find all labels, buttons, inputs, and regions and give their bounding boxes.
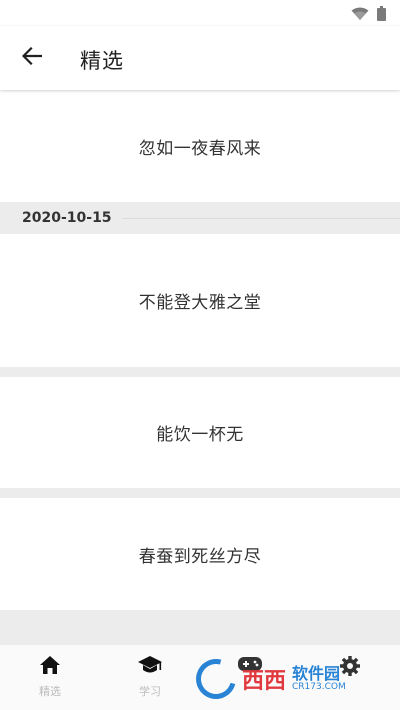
feed-card-text: 忽如一夜春风来: [138, 138, 262, 159]
arrow-left-icon: [21, 46, 43, 69]
graduation-cap-icon: [137, 655, 163, 679]
nav-item-settings[interactable]: [300, 645, 400, 710]
gamepad-icon: [237, 655, 263, 677]
wifi-icon: [351, 6, 369, 25]
status-bar: [0, 0, 400, 26]
status-icons: [351, 6, 386, 25]
nav-label-learn: 学习: [139, 685, 161, 698]
feed-card-text: 能饮一杯无: [156, 425, 244, 445]
gear-icon: [339, 655, 361, 681]
date-label: 2020-10-15: [22, 210, 112, 226]
nav-item-games[interactable]: [200, 645, 300, 710]
date-header: 2020-10-15: [0, 202, 400, 234]
nav-label-home: 精选: [39, 685, 61, 698]
date-divider: [121, 217, 400, 219]
page-title: 精选: [80, 49, 124, 73]
bottom-nav: 精选 学习: [0, 645, 400, 710]
back-button[interactable]: [16, 44, 48, 72]
feed-card[interactable]: 能饮一杯无: [0, 377, 400, 488]
feed-card[interactable]: 忽如一夜春风来: [0, 90, 400, 202]
nav-item-learn[interactable]: 学习: [100, 645, 200, 710]
feed-card-text: 不能登大雅之堂: [138, 293, 262, 313]
app-bar: 精选: [0, 26, 400, 90]
feed-list[interactable]: 忽如一夜春风来 2020-10-15 不能登大雅之堂 能饮一杯无 春蚕到死丝方尽: [0, 90, 400, 645]
feed-card[interactable]: 不能登大雅之堂: [0, 234, 400, 367]
battery-icon: [377, 6, 386, 25]
feed-card-text: 春蚕到死丝方尽: [138, 546, 262, 567]
home-icon: [39, 655, 61, 679]
feed-card[interactable]: 春蚕到死丝方尽: [0, 498, 400, 610]
nav-item-home[interactable]: 精选: [0, 645, 100, 710]
